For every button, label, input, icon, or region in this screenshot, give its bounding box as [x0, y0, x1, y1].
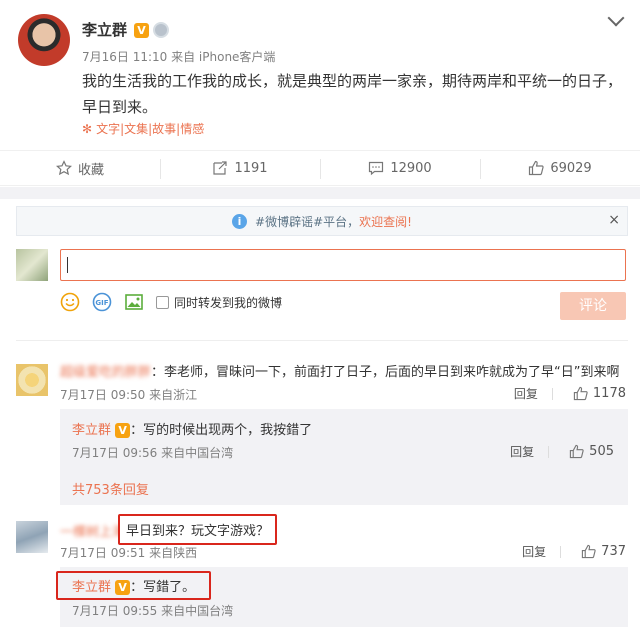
reply-button[interactable]: 回复: [510, 443, 534, 460]
thumbs-up-icon: [582, 544, 596, 559]
reply-author[interactable]: 李立群: [72, 580, 111, 595]
my-avatar[interactable]: [16, 249, 48, 281]
reply-author[interactable]: 李立群: [72, 423, 111, 438]
text-caret: [67, 257, 68, 273]
comment-actions: 回复 737: [522, 543, 626, 560]
repost-option-label[interactable]: 同时转发到我的微博: [174, 294, 282, 311]
reply-button[interactable]: 回复: [514, 385, 538, 402]
reply-meta: 7月17日 09:56 来自中国台湾: [72, 446, 234, 460]
repost-count: 1191: [234, 160, 268, 176]
thumbs-up-icon: [570, 444, 584, 459]
commenter-name[interactable]: 超级爱吃的胖胖: [60, 365, 151, 380]
favorite-label: 收藏: [77, 162, 104, 178]
notice-link[interactable]: 欢迎查阅!: [359, 213, 412, 230]
comment-meta: 7月17日 09:51 来自陕西: [60, 546, 198, 560]
author-avatar[interactable]: [18, 14, 70, 66]
chevron-down-icon[interactable]: [607, 9, 625, 27]
comment-like-button[interactable]: 737: [581, 544, 626, 559]
favorite-button[interactable]: 收藏: [0, 151, 160, 185]
comment-text: 早日到来？玩文字游戏？: [126, 524, 270, 539]
commenter-avatar[interactable]: [16, 364, 48, 396]
action-divider: [548, 445, 550, 458]
image-icon[interactable]: [124, 292, 144, 312]
comment-body: 一棵树上海: [60, 521, 125, 540]
star-icon: [55, 160, 72, 176]
action-divider: [551, 387, 553, 400]
action-divider: [560, 545, 562, 558]
comment-meta: 7月17日 09:50 来自浙江: [60, 388, 198, 402]
thumbs-up-icon: [529, 160, 544, 176]
repost-icon: [213, 161, 228, 175]
comment-text: ：李老师，冒昧问一下，前面打了日子，后面的早日到来咋就成为了早“日”到来啊: [151, 365, 620, 380]
svg-text:GIF: GIF: [95, 299, 108, 307]
more-replies-link[interactable]: 共753条回复: [72, 479, 149, 498]
submit-comment-button[interactable]: 评论: [560, 292, 626, 320]
gif-icon[interactable]: GIF: [92, 292, 112, 312]
comment-like-button[interactable]: 1178: [573, 386, 626, 401]
emoji-icon[interactable]: [60, 292, 80, 312]
verified-badge-icon: V: [134, 23, 149, 38]
reply-text: ：写的时候出现两个，我按錯了: [130, 423, 313, 438]
reply-like-button[interactable]: 505: [569, 444, 614, 459]
reply-like-count: 505: [589, 444, 614, 459]
comment-count: 12900: [390, 160, 432, 176]
verified-badge-icon: V: [115, 423, 131, 438]
comment-like-count: 737: [601, 544, 626, 559]
commenter-avatar[interactable]: [16, 521, 48, 553]
verified-badge-icon: V: [115, 580, 131, 595]
post-meta: 7月16日 11:10 来自 iPhone客户端: [82, 50, 276, 64]
comment-icon: [369, 161, 384, 176]
comment-like-count: 1178: [592, 386, 626, 401]
notice-text: #微博辟谣#平台，: [255, 214, 360, 229]
topic-label[interactable]: 文字|文集|故事|情感: [96, 122, 204, 136]
reply-actions: 回复 505: [510, 443, 614, 460]
reply-body: 李立群 V ：写的时候出现两个，我按錯了: [72, 419, 312, 438]
commenter-name[interactable]: 一棵树上海: [60, 525, 125, 540]
reply-text: ：写錯了。: [130, 580, 196, 595]
like-button[interactable]: 69029: [480, 151, 640, 185]
reply-meta: 7月17日 09:55 来自中国台湾: [72, 604, 234, 618]
comment-body: 超级爱吃的胖胖：李老师，冒昧问一下，前面打了日子，后面的早日到来咋就成为了早“日…: [60, 361, 620, 380]
close-icon[interactable]: ×: [608, 212, 620, 228]
action-bar: 收藏 1191 12900 69029: [0, 150, 640, 186]
section-divider: [0, 187, 640, 199]
like-count: 69029: [550, 160, 592, 176]
author-name[interactable]: 李立群: [82, 19, 127, 40]
highlighted-reply: 李立群 V ：写錯了。: [56, 571, 212, 600]
comment-input[interactable]: [60, 249, 626, 281]
rumor-notice[interactable]: i #微博辟谣#平台， 欢迎查阅!: [16, 206, 628, 236]
composer-tools: GIF 同时转发到我的微博: [60, 292, 282, 312]
repost-button[interactable]: 1191: [160, 151, 320, 185]
reply-button[interactable]: 回复: [522, 543, 546, 560]
topic-icon: ✻: [82, 122, 93, 136]
comments-divider: [16, 340, 628, 341]
topic-links[interactable]: ✻ 文字|文集|故事|情感: [82, 120, 204, 137]
comment-actions: 回复 1178: [514, 385, 626, 402]
info-icon: i: [232, 213, 248, 229]
thumbs-up-icon: [573, 386, 588, 401]
repost-checkbox[interactable]: [156, 295, 169, 309]
medal-icon: [153, 22, 169, 38]
highlighted-comment-text: 早日到来？玩文字游戏？: [118, 514, 278, 545]
comment-button[interactable]: 12900: [320, 151, 480, 185]
post-text: 我的生活我的工作我的成长，就是典型的两岸一家亲，期待两岸和平统一的日子，早日到来…: [82, 72, 623, 116]
